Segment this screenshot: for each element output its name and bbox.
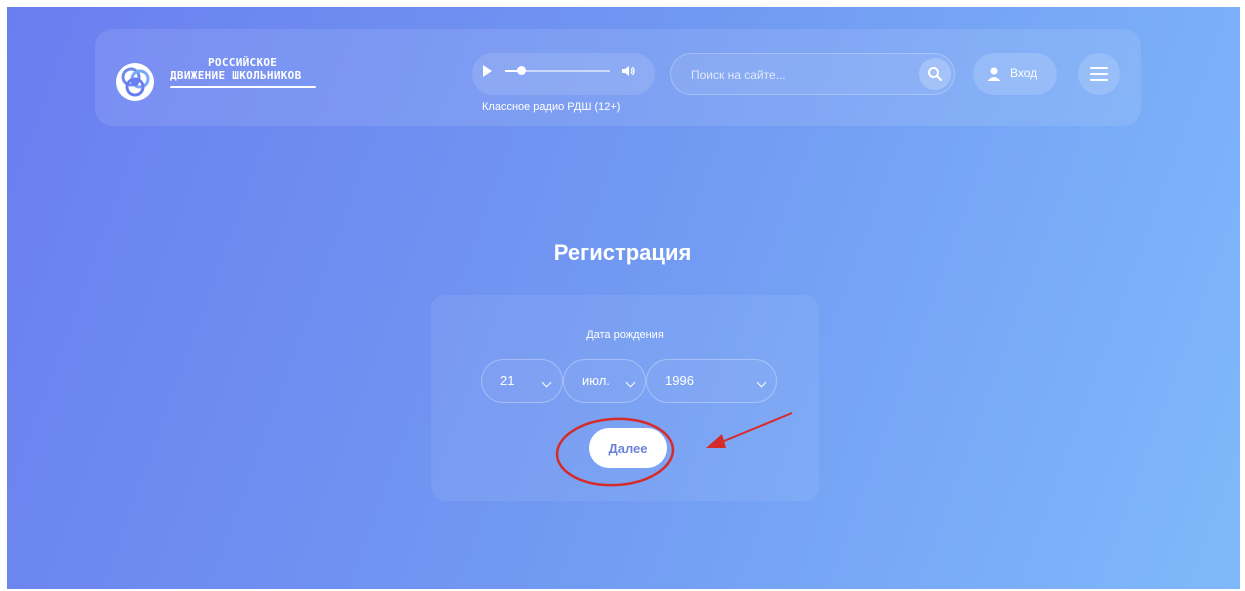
logo-emblem-icon[interactable] <box>116 63 154 101</box>
birth-date-label: Дата рождения <box>586 329 664 341</box>
day-value: 21 <box>500 373 515 388</box>
page-title: Регистрация <box>553 240 692 265</box>
menu-icon <box>1090 67 1108 69</box>
logo-underline <box>170 86 316 88</box>
chevron-down-icon <box>756 377 767 388</box>
logo-text[interactable]: РОССИЙСКОЕ ДВИЖЕНИЕ ШКОЛЬНИКОВ <box>170 56 330 82</box>
search-box <box>670 53 955 95</box>
year-select[interactable]: 1996 <box>646 359 777 403</box>
volume-icon[interactable] <box>620 63 636 84</box>
search-icon <box>928 67 942 81</box>
login-button[interactable]: Вход <box>973 53 1057 95</box>
radio-caption: Классное радио РДШ (12+) <box>482 101 621 113</box>
year-value: 1996 <box>665 373 694 388</box>
user-icon <box>987 67 1001 81</box>
month-select[interactable]: июл. <box>563 359 646 403</box>
logo-line-1: РОССИЙСКОЕ <box>208 56 278 69</box>
login-label: Вход <box>1010 66 1038 80</box>
menu-button[interactable] <box>1078 53 1120 95</box>
search-button[interactable] <box>919 58 951 90</box>
search-input[interactable] <box>689 64 913 86</box>
play-icon[interactable] <box>483 65 492 77</box>
chevron-down-icon <box>541 377 552 388</box>
day-select[interactable]: 21 <box>481 359 563 403</box>
menu-icon-bar <box>1090 79 1108 81</box>
chevron-down-icon <box>625 377 636 388</box>
next-button[interactable]: Далее <box>589 428 667 468</box>
logo-line-2: ДВИЖЕНИЕ ШКОЛЬНИКОВ <box>170 69 302 82</box>
radio-progress-thumb[interactable] <box>516 66 526 75</box>
menu-icon-bar <box>1090 73 1108 75</box>
month-value: июл. <box>582 373 610 388</box>
